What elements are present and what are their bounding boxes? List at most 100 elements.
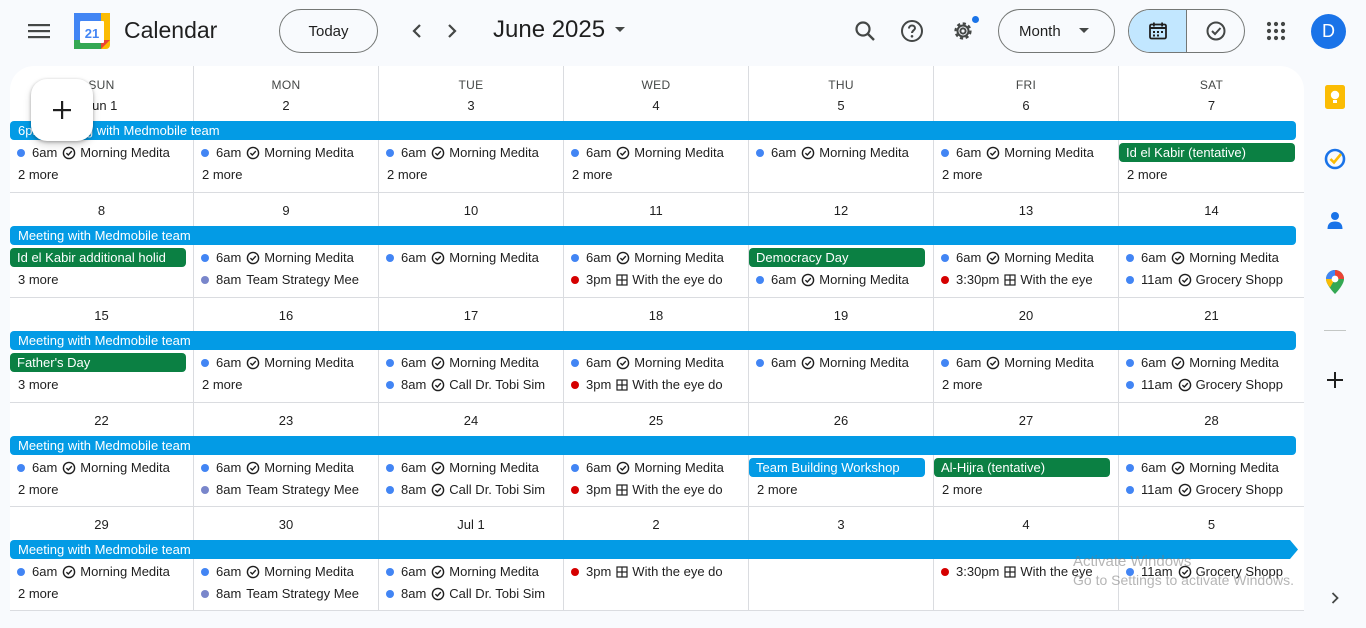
date-number[interactable]: 17 (379, 308, 563, 323)
day-cell[interactable]: 13 6am Morning Medita 3:30pm With the eye (934, 193, 1119, 298)
more-events-link[interactable]: 2 more (749, 480, 797, 499)
timed-event[interactable]: 6am Morning Medita (194, 458, 373, 477)
timed-event[interactable]: 6am Morning Medita (194, 143, 373, 162)
holiday-event-chip[interactable]: Id el Kabir additional holid (10, 248, 186, 267)
timed-event[interactable]: 6am Morning Medita (1119, 353, 1298, 372)
get-addons-button[interactable] (1321, 366, 1349, 394)
day-cell[interactable]: 3 (749, 507, 934, 611)
timed-event[interactable]: 8am Team Strategy Mee (194, 584, 373, 603)
day-cell[interactable]: 25 6am Morning Medita 3pm With the eye do (564, 403, 749, 507)
date-number[interactable]: 22 (10, 413, 193, 428)
date-number[interactable]: 20 (934, 308, 1118, 323)
timed-event[interactable]: 6am Morning Medita (749, 143, 928, 162)
timed-event[interactable]: 8am Call Dr. Tobi Sim (379, 584, 558, 603)
date-number[interactable]: 15 (10, 308, 193, 323)
date-number[interactable]: 25 (564, 413, 748, 428)
date-number[interactable]: 16 (194, 308, 378, 323)
day-cell[interactable]: Jul 1 6am Morning Medita 8am Call Dr. Tobi S… (379, 507, 564, 611)
date-number[interactable]: 5 (1119, 517, 1304, 532)
day-cell[interactable]: 23 6am Morning Medita 8am Team Strategy Mee (194, 403, 379, 507)
day-cell[interactable]: 27 Al-Hijra (tentative) 2 more (934, 403, 1119, 507)
keep-button[interactable] (1321, 83, 1349, 111)
timed-event[interactable]: 3pm With the eye do (564, 562, 743, 581)
date-number[interactable]: 11 (564, 203, 748, 218)
all-day-event-chip[interactable]: Team Building Workshop (749, 458, 925, 477)
timed-event[interactable]: 6am Morning Medita (1119, 458, 1298, 477)
month-picker[interactable]: June 2025 (493, 16, 626, 44)
timed-event[interactable]: 8am Call Dr. Tobi Sim (379, 375, 558, 394)
timed-event[interactable]: 6am Morning Medita (934, 353, 1113, 372)
day-cell[interactable]: 22 6am Morning Medita 2 more (10, 403, 194, 507)
date-number[interactable]: 24 (379, 413, 563, 428)
timed-event[interactable]: 8am Team Strategy Mee (194, 480, 373, 499)
timed-event[interactable]: 8am Call Dr. Tobi Sim (379, 480, 558, 499)
expand-side-panel-button[interactable] (1321, 584, 1349, 612)
timed-event[interactable]: 8am Team Strategy Mee (194, 270, 373, 289)
date-number[interactable]: 2 (194, 98, 378, 113)
date-number[interactable]: 3 (379, 98, 563, 113)
settings-button[interactable] (944, 12, 982, 50)
holiday-event-chip[interactable]: Al-Hijra (tentative) (934, 458, 1110, 477)
timed-event[interactable]: 6am Morning Medita (379, 143, 558, 162)
timed-event[interactable]: 3:30pm With the eye (934, 270, 1113, 289)
account-avatar[interactable]: D (1311, 14, 1346, 49)
timed-event[interactable]: 6am Morning Medita (379, 562, 558, 581)
date-number[interactable]: 4 (934, 517, 1118, 532)
day-cell[interactable]: 8 Id el Kabir additional holid 3 more (10, 193, 194, 298)
timed-event[interactable]: 11am Grocery Shopp (1119, 375, 1298, 394)
calendar-logo[interactable]: 21 (74, 13, 110, 49)
calendar-view-toggle[interactable] (1129, 10, 1187, 52)
timed-event[interactable]: 6am Morning Medita (194, 248, 373, 267)
day-cell[interactable]: 30 6am Morning Medita 8am Team Strategy Mee (194, 507, 379, 611)
date-number[interactable]: 3 (749, 517, 933, 532)
timed-event[interactable]: 6am Morning Medita (379, 353, 558, 372)
timed-event[interactable]: 6am Morning Medita (564, 248, 743, 267)
today-button[interactable]: Today (279, 9, 378, 53)
day-cell[interactable]: 26 Team Building Workshop 2 more (749, 403, 934, 507)
holiday-event-chip[interactable]: Id el Kabir (tentative) (1119, 143, 1295, 162)
timed-event[interactable]: 6am Morning Medita (749, 270, 928, 289)
more-events-link[interactable]: 2 more (934, 375, 982, 394)
timed-event[interactable]: 6am Morning Medita (934, 248, 1113, 267)
day-cell[interactable]: 24 6am Morning Medita 8am Call Dr. Tobi Sim (379, 403, 564, 507)
day-cell[interactable]: 18 6am Morning Medita 3pm With the eye do (564, 298, 749, 403)
timed-event[interactable]: 6am Morning Medita (749, 353, 928, 372)
date-number[interactable]: Jul 1 (379, 517, 563, 532)
maps-button[interactable] (1321, 268, 1349, 296)
day-cell[interactable]: 9 6am Morning Medita 8am Team Strategy Mee (194, 193, 379, 298)
date-number[interactable]: 21 (1119, 308, 1304, 323)
timed-event[interactable]: 3pm With the eye do (564, 375, 743, 394)
date-number[interactable]: 18 (564, 308, 748, 323)
day-cell[interactable]: 14 6am Morning Medita 11am Grocery Shopp (1119, 193, 1304, 298)
date-number[interactable]: 9 (194, 203, 378, 218)
date-number[interactable]: 14 (1119, 203, 1304, 218)
date-number[interactable]: 10 (379, 203, 563, 218)
day-cell[interactable]: 15 Father's Day 3 more (10, 298, 194, 403)
more-events-link[interactable]: 2 more (10, 480, 58, 499)
holiday-event-chip[interactable]: Father's Day (10, 353, 186, 372)
date-number[interactable]: 7 (1119, 98, 1304, 113)
date-number[interactable]: 12 (749, 203, 933, 218)
day-cell[interactable]: 12 Democracy Day 6am Morning Medita (749, 193, 934, 298)
tasks-view-toggle[interactable] (1187, 10, 1244, 52)
more-events-link[interactable]: 2 more (1119, 165, 1167, 184)
date-number[interactable]: 19 (749, 308, 933, 323)
date-number[interactable]: 13 (934, 203, 1118, 218)
timed-event[interactable]: 6am Morning Medita (1119, 248, 1298, 267)
date-number[interactable]: 30 (194, 517, 378, 532)
timed-event[interactable]: 6am Morning Medita (379, 248, 558, 267)
create-button[interactable] (31, 79, 93, 141)
view-switcher[interactable]: Month (998, 9, 1115, 53)
day-cell[interactable]: 21 6am Morning Medita 11am Grocery Shopp (1119, 298, 1304, 403)
more-events-link[interactable]: 3 more (10, 270, 58, 289)
multi-day-event-bar[interactable]: Meeting with Medmobile team (10, 226, 1296, 245)
date-number[interactable]: 23 (194, 413, 378, 428)
help-button[interactable] (893, 12, 931, 50)
day-cell[interactable]: 29 6am Morning Medita 2 more (10, 507, 194, 611)
day-cell[interactable]: 2 3pm With the eye do (564, 507, 749, 611)
more-events-link[interactable]: 2 more (10, 584, 58, 603)
day-cell[interactable]: 16 6am Morning Medita 2 more (194, 298, 379, 403)
date-number[interactable]: 26 (749, 413, 933, 428)
contacts-button[interactable] (1321, 206, 1349, 234)
timed-event[interactable]: 11am Grocery Shopp (1119, 480, 1298, 499)
